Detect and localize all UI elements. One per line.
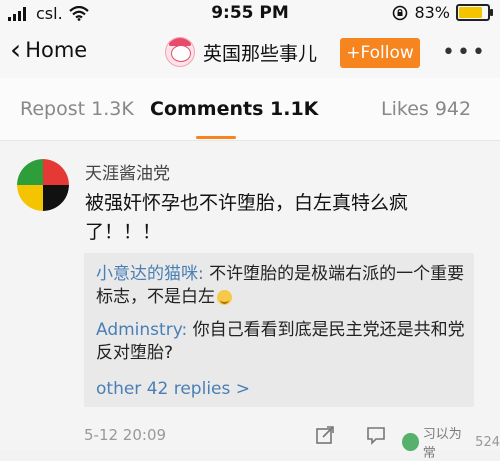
nav-bar: ‹ Home 英国那些事儿 +Follow ••• [0, 26, 500, 78]
comment-date: 5-12 20:09 [84, 426, 167, 444]
reply-2: Adminstry: 你自己看看到底是民主党还是共和党反对堕胎? [96, 319, 466, 365]
weibo-comments-screen: csl. 9:55 PM 83% ‹ Home 英国那些事儿 +Follow •… [0, 0, 500, 461]
avatar[interactable] [17, 159, 69, 211]
account-name: 英国那些事儿 [203, 42, 318, 65]
rotation-lock-icon [393, 5, 408, 20]
comment-icon[interactable] [366, 425, 386, 445]
tab-likes[interactable]: Likes 942 [381, 98, 471, 120]
comment-text: 被强奸怀孕也不许堕胎，白左真特么疯了！！！ [85, 192, 409, 243]
reply-1-author[interactable]: 小意达的猫咪: [96, 264, 204, 284]
battery-percent: 83% [414, 3, 450, 22]
battery-icon [456, 4, 493, 21]
replies-box[interactable]: 小意达的猫咪: 不许堕胎的是极端右派的一个重要标志，不是白左 Adminstry… [84, 253, 474, 407]
share-icon[interactable] [315, 425, 335, 445]
tab-bar: Repost 1.3K Comments 1.1K Likes 942 [0, 78, 500, 141]
back-label: Home [25, 38, 88, 62]
smile-emoji-icon [217, 289, 232, 305]
watermark: 习以为常 524 [402, 423, 500, 461]
tab-comments[interactable]: Comments 1.1K [150, 98, 318, 120]
account-avatar [165, 37, 195, 67]
status-bar: csl. 9:55 PM 83% [0, 0, 500, 26]
battery-fill [459, 7, 483, 18]
chevron-left-icon: ‹ [10, 33, 22, 66]
comment-item: 天涯酱油党 被强奸怀孕也不许堕胎，白左真特么疯了！！！ 小意达的猫咪: 不许堕胎… [0, 141, 500, 461]
like-count: 524 [475, 434, 500, 450]
active-tab-indicator [196, 136, 236, 139]
reply-2-author[interactable]: Adminstry: [96, 320, 187, 340]
more-dots-icon[interactable]: ••• [442, 40, 487, 65]
watermark-text: 习以为常 [422, 427, 462, 461]
back-button[interactable]: ‹ Home [10, 33, 88, 66]
comment-username[interactable]: 天涯酱油党 [85, 159, 170, 184]
status-right: 83% [392, 3, 493, 22]
account-title[interactable]: 英国那些事儿 [165, 37, 317, 67]
reply-1: 小意达的猫咪: 不许堕胎的是极端右派的一个重要标志，不是白左 [96, 263, 466, 309]
wechat-logo-icon [402, 433, 419, 451]
avatar-face [171, 45, 191, 62]
follow-button[interactable]: +Follow [340, 38, 420, 68]
tab-repost[interactable]: Repost 1.3K [20, 98, 134, 120]
more-replies-link[interactable]: other 42 replies > [96, 379, 250, 399]
